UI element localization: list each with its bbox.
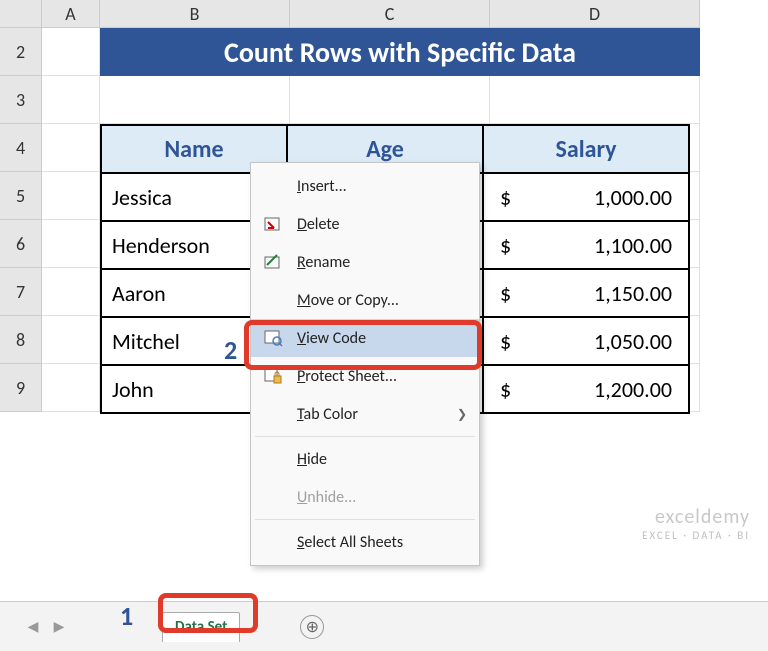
menu-hide[interactable]: Hide: [251, 440, 479, 478]
header-salary[interactable]: Salary: [483, 125, 689, 173]
salary-value: 1,100.00: [594, 232, 672, 259]
sheet-tab-data-set[interactable]: Data Set: [162, 612, 240, 642]
menu-label: Move or Copy...: [297, 291, 399, 310]
row-header-9[interactable]: 9: [0, 364, 42, 412]
menu-move-copy[interactable]: Move or Copy...: [251, 281, 479, 319]
sheet-tab-bar: ◀ ▶ Data Set ⊕: [0, 601, 768, 651]
salary-value: 1,050.00: [594, 328, 672, 355]
menu-tab-color[interactable]: Tab Color ❯: [251, 395, 479, 433]
currency-symbol: $: [500, 280, 511, 307]
add-sheet-button[interactable]: ⊕: [300, 615, 324, 639]
cell-salary[interactable]: $1,100.00: [483, 221, 689, 269]
cell-salary[interactable]: $1,200.00: [483, 365, 689, 413]
row-header-2[interactable]: 2: [0, 28, 42, 76]
spreadsheet-grid[interactable]: A B C D 2 3 4 5 6 7 8 9 Count Rows with …: [0, 0, 768, 600]
menu-label: Tab Color: [297, 405, 358, 424]
page-title: Count Rows with Specific Data: [100, 28, 700, 76]
watermark-tag: EXCEL · DATA · BI: [642, 529, 750, 542]
row-header-4[interactable]: 4: [0, 124, 42, 172]
row-header-3[interactable]: 3: [0, 76, 42, 124]
menu-label: Protect Sheet...: [297, 367, 397, 386]
currency-symbol: $: [500, 184, 511, 211]
menu-label: Delete: [297, 215, 340, 234]
menu-separator: [255, 436, 475, 437]
cell-salary[interactable]: $1,050.00: [483, 317, 689, 365]
tab-nav-prev[interactable]: ◀: [24, 618, 42, 636]
row-header-7[interactable]: 7: [0, 268, 42, 316]
menu-insert[interactable]: Insert...: [251, 167, 479, 205]
column-header-B[interactable]: B: [100, 0, 290, 28]
tab-nav-next[interactable]: ▶: [50, 618, 68, 636]
menu-separator: [255, 519, 475, 520]
protect-icon: [263, 366, 283, 386]
row-header-5[interactable]: 5: [0, 172, 42, 220]
menu-label: View Code: [297, 329, 366, 348]
currency-symbol: $: [500, 376, 511, 403]
cell-salary[interactable]: $1,000.00: [483, 173, 689, 221]
view-code-icon: [263, 328, 283, 348]
watermark: exceldemy EXCEL · DATA · BI: [642, 505, 750, 542]
salary-value: 1,150.00: [594, 280, 672, 307]
salary-value: 1,200.00: [594, 376, 672, 403]
row-header-8[interactable]: 8: [0, 316, 42, 364]
watermark-brand: exceldemy: [642, 505, 750, 529]
column-header-A[interactable]: A: [42, 0, 100, 28]
sheet-tab-context-menu: Insert... Delete Rename Move or Copy... …: [250, 162, 480, 566]
select-all-corner[interactable]: [0, 0, 42, 28]
delete-icon: [263, 214, 283, 234]
menu-label: Select All Sheets: [297, 533, 403, 552]
column-headers: A B C D: [0, 0, 700, 28]
cell-salary[interactable]: $1,150.00: [483, 269, 689, 317]
currency-symbol: $: [500, 232, 511, 259]
salary-value: 1,000.00: [594, 184, 672, 211]
row-header-6[interactable]: 6: [0, 220, 42, 268]
menu-delete[interactable]: Delete: [251, 205, 479, 243]
menu-rename[interactable]: Rename: [251, 243, 479, 281]
menu-unhide: Unhide...: [251, 478, 479, 516]
menu-view-code[interactable]: View Code: [251, 319, 479, 357]
rename-icon: [263, 252, 283, 272]
menu-label: Hide: [297, 450, 327, 469]
currency-symbol: $: [500, 328, 511, 355]
menu-protect-sheet[interactable]: Protect Sheet...: [251, 357, 479, 395]
chevron-right-icon: ❯: [457, 407, 467, 422]
annotation-2: 2: [224, 334, 237, 366]
menu-select-all-sheets[interactable]: Select All Sheets: [251, 523, 479, 561]
menu-label: Rename: [297, 253, 350, 272]
menu-label: Insert...: [297, 177, 347, 196]
column-header-D[interactable]: D: [490, 0, 700, 28]
column-header-C[interactable]: C: [290, 0, 490, 28]
menu-label: Unhide...: [297, 488, 356, 507]
row-headers: 2 3 4 5 6 7 8 9: [0, 28, 42, 412]
annotation-1: 1: [120, 600, 133, 632]
